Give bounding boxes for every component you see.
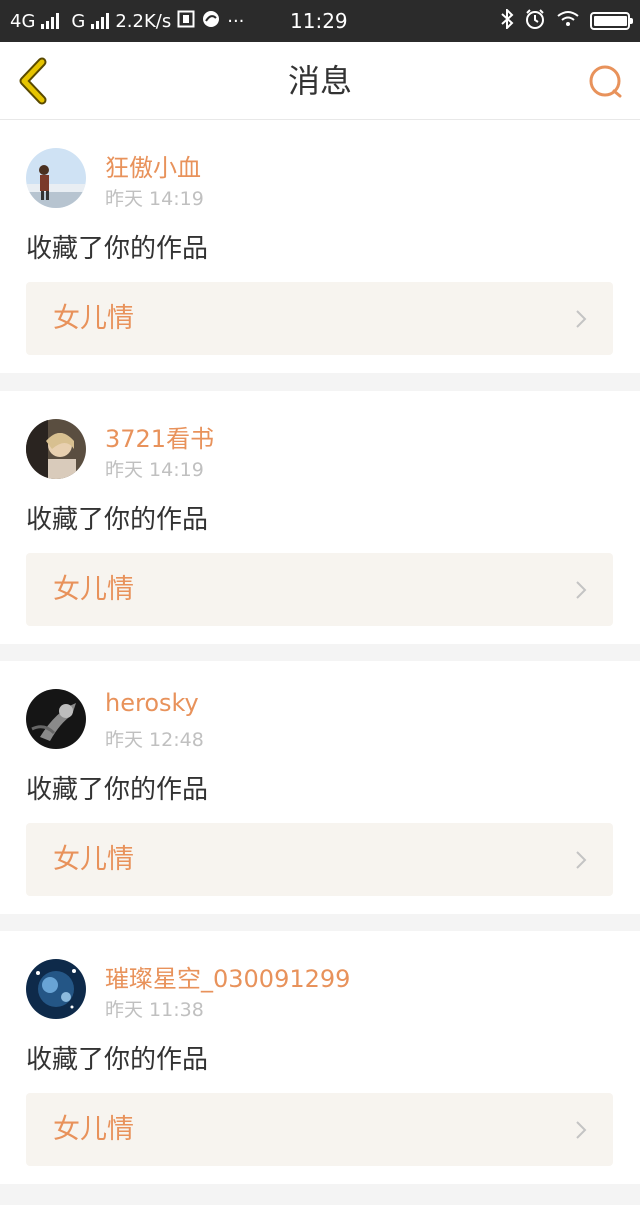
more-notifications: ···: [227, 10, 245, 32]
action-text: 收藏了你的作品: [26, 775, 209, 805]
clock: 11:29: [290, 9, 348, 33]
message-card: 狂傲小血 昨天 14:19 收藏了你的作品 女儿情: [0, 120, 640, 373]
action-text: 收藏了你的作品: [26, 1045, 209, 1075]
timestamp: 昨天 12:48: [105, 729, 204, 751]
username[interactable]: 3721看书: [105, 419, 214, 454]
work-title: 女儿情: [53, 303, 134, 334]
nav-bar: 消息: [0, 42, 640, 120]
bluetooth-icon: [500, 7, 514, 34]
work-link[interactable]: 女儿情: [26, 1093, 613, 1166]
work-link[interactable]: 女儿情: [26, 282, 613, 355]
search-icon: [589, 65, 622, 98]
username[interactable]: 璀璨星空_030091299: [105, 959, 350, 994]
work-link[interactable]: 女儿情: [26, 823, 613, 896]
chevron-right-icon: [576, 1121, 587, 1139]
network-type-label-2: G: [71, 10, 86, 32]
avatar[interactable]: [26, 148, 86, 208]
username[interactable]: herosky: [105, 689, 199, 717]
message-card: 3721看书 昨天 14:19 收藏了你的作品 女儿情: [0, 391, 640, 644]
chevron-right-icon: [576, 851, 587, 869]
action-text: 收藏了你的作品: [26, 505, 209, 535]
page-title: 消息: [287, 62, 352, 100]
notification-icon: [177, 10, 195, 33]
timestamp: 昨天 14:19: [105, 188, 204, 210]
work-title: 女儿情: [53, 574, 134, 605]
avatar[interactable]: [26, 419, 86, 479]
signal-strength-icon: [41, 13, 60, 29]
chevron-right-icon: [576, 310, 587, 328]
chevron-right-icon: [576, 581, 587, 599]
battery-icon: [590, 12, 633, 30]
wifi-icon: [556, 10, 580, 33]
status-bar-right: [500, 0, 633, 42]
avatar[interactable]: [26, 959, 86, 1019]
app-notification-icon: [201, 9, 221, 34]
username[interactable]: 狂傲小血: [105, 148, 201, 183]
message-card: 璀璨星空_030091299 昨天 11:38 收藏了你的作品 女儿情: [0, 931, 640, 1184]
message-card: herosky 昨天 12:48 收藏了你的作品 女儿情: [0, 661, 640, 914]
timestamp: 昨天 14:19: [105, 459, 204, 481]
action-text: 收藏了你的作品: [26, 234, 209, 264]
alarm-icon: [524, 8, 546, 35]
network-speed: 2.2K/s: [115, 10, 172, 32]
status-bar: 4G G 2.2K/s ··· 11:29: [0, 0, 640, 42]
status-bar-left: 4G G 2.2K/s ···: [10, 9, 244, 34]
timestamp: 昨天 11:38: [105, 999, 204, 1021]
avatar[interactable]: [26, 689, 86, 749]
signal-strength-icon-2: [91, 13, 110, 29]
search-button[interactable]: [588, 64, 624, 100]
work-title: 女儿情: [53, 1114, 134, 1145]
work-link[interactable]: 女儿情: [26, 553, 613, 626]
work-title: 女儿情: [53, 844, 134, 875]
network-type-label: 4G: [10, 10, 36, 32]
